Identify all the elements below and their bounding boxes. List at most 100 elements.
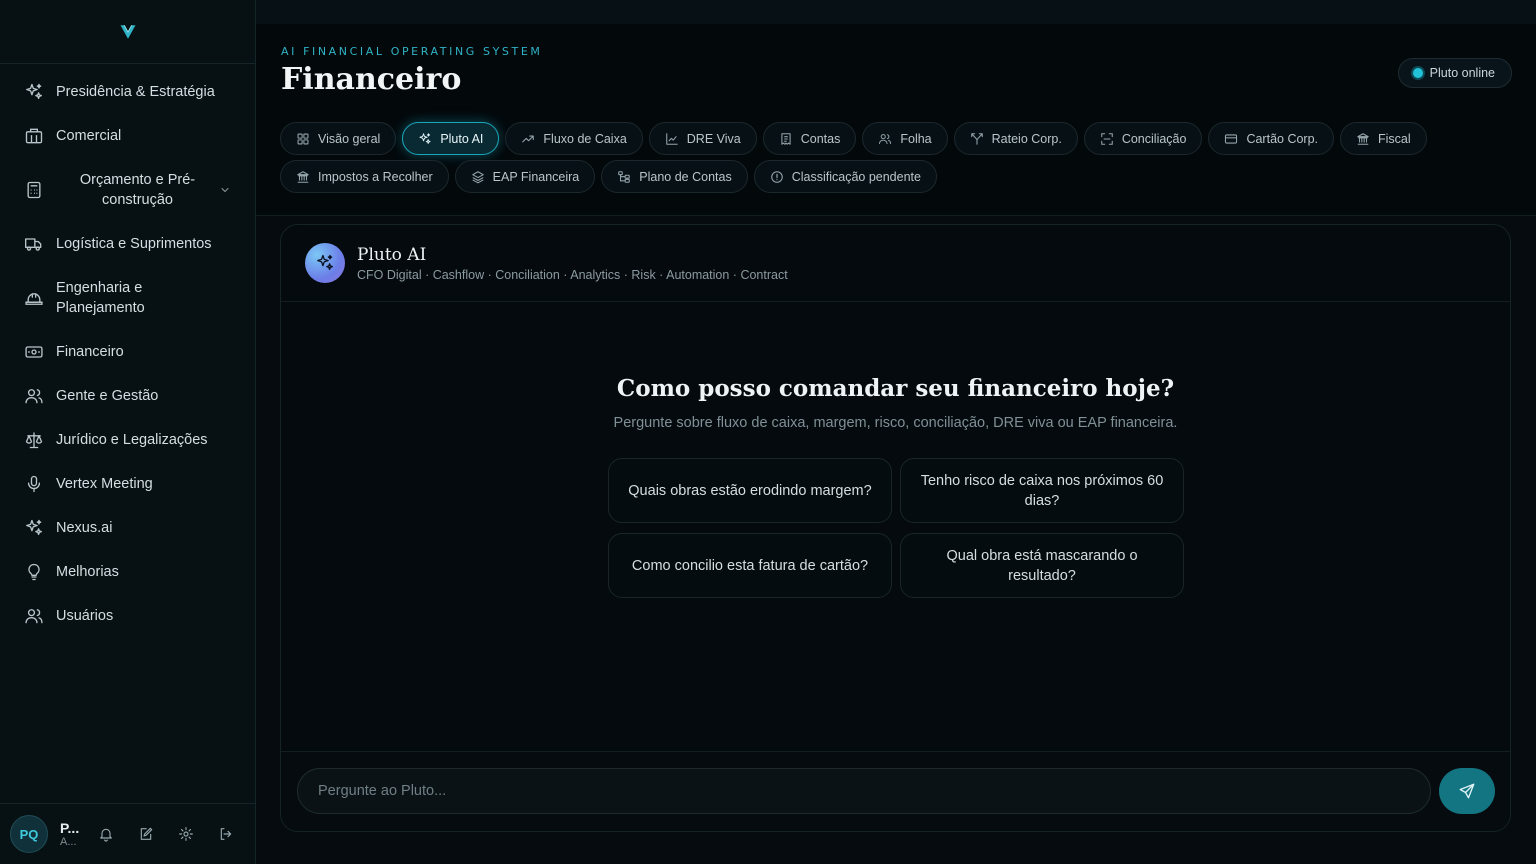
layers-icon	[471, 170, 485, 184]
tab-label: Plano de Contas	[639, 169, 732, 184]
sidebar-item-gente[interactable]: Gente e Gestão	[0, 374, 255, 418]
gear-icon[interactable]	[178, 826, 194, 842]
welcome-title: Como posso comandar seu financeiro hoje?	[616, 375, 1175, 402]
sidebar-item-label: Engenharia e Planejamento	[56, 280, 145, 316]
status-badge: Pluto online	[1397, 58, 1512, 88]
tab-label: Folha	[900, 131, 932, 146]
chat-panel: Pluto AI CFO Digital · Cashflow · Concil…	[280, 224, 1511, 832]
chat-composer	[281, 751, 1510, 831]
sidebar-item-label: Usuários	[56, 608, 114, 624]
tab-label: Impostos a Recolher	[318, 169, 433, 184]
calculator-icon	[24, 180, 44, 200]
send-button[interactable]	[1439, 768, 1495, 814]
suggestion-button[interactable]: Qual obra está mascarando o resultado?	[900, 533, 1184, 598]
suggestion-button[interactable]: Quais obras estão erodindo margem?	[608, 458, 892, 523]
bell-icon[interactable]	[98, 826, 114, 842]
bot-subtitle: CFO Digital · Cashflow · Conciliation · …	[357, 267, 788, 282]
user-role: A...	[60, 836, 77, 848]
sidebar-item-label: Financeiro	[56, 344, 124, 360]
tab-eap-financeira[interactable]: EAP Financeira	[454, 160, 596, 193]
sidebar-item-nexus[interactable]: Nexus.ai	[0, 506, 255, 550]
line-chart-icon	[665, 132, 679, 146]
tab-folha[interactable]: Folha	[862, 122, 948, 155]
online-dot-icon	[1412, 68, 1423, 78]
sidebar-item-label: Vertex Meeting	[56, 476, 153, 492]
sparkles-icon	[418, 132, 432, 146]
sparkles-icon	[24, 518, 44, 538]
tab-contas[interactable]: Contas	[762, 122, 857, 155]
sidebar-footer: PQ P... A...	[0, 803, 255, 864]
suggestion-button[interactable]: Tenho risco de caixa nos próximos 60 dia…	[900, 458, 1184, 523]
tab-rateio-corp[interactable]: Rateio Corp.	[953, 122, 1078, 155]
tab-label: Fluxo de Caixa	[543, 131, 627, 146]
vertex-logo-icon[interactable]	[119, 23, 137, 41]
edit-icon[interactable]	[138, 826, 154, 842]
sidebar-item-vertex-meeting[interactable]: Vertex Meeting	[0, 462, 255, 506]
sidebar-item-orcamento[interactable]: Orçamento e Pré-construção	[0, 158, 255, 222]
grid-icon	[296, 132, 310, 146]
tab-impostos-a-recolher[interactable]: Impostos a Recolher	[280, 160, 449, 193]
sidebar-item-presidencia[interactable]: Presidência & Estratégia	[0, 70, 255, 114]
tab-classificacao-pendente[interactable]: Classificação pendente	[753, 160, 937, 193]
chevron-down-icon[interactable]	[219, 184, 231, 196]
sidebar-item-financeiro[interactable]: Financeiro	[0, 330, 255, 374]
sidebar-item-label: Presidência & Estratégia	[56, 84, 215, 100]
sidebar-item-label: Comercial	[56, 128, 122, 144]
hard-hat-icon	[24, 288, 44, 308]
tab-fluxo-de-caixa[interactable]: Fluxo de Caixa	[505, 122, 643, 155]
microphone-icon	[24, 474, 44, 494]
trending-up-icon	[521, 132, 535, 146]
logout-icon[interactable]	[218, 826, 234, 842]
sidebar-item-comercial[interactable]: Comercial	[0, 114, 255, 158]
tab-label: Conciliação	[1121, 131, 1187, 146]
tab-label: Contas	[800, 131, 841, 146]
chat-input[interactable]	[297, 768, 1431, 814]
suggestion-button[interactable]: Como concilio esta fatura de cartão?	[608, 533, 892, 598]
tab-label: Rateio Corp.	[991, 131, 1062, 146]
sparkles-icon	[315, 253, 335, 273]
tab-label: Fiscal	[1378, 131, 1411, 146]
avatar[interactable]: PQ	[10, 815, 48, 853]
building-icon	[24, 126, 44, 146]
tab-row-1: Visão geral Pluto AI Fluxo de Caixa DRE …	[280, 122, 1480, 155]
tab-plano-de-contas[interactable]: Plano de Contas	[601, 160, 748, 193]
sidebar-item-label: Melhorias	[56, 564, 119, 580]
tab-label: DRE Viva	[686, 131, 741, 146]
receipt-icon	[779, 132, 793, 146]
split-icon	[970, 132, 984, 146]
tab-dre-viva[interactable]: DRE Viva	[648, 122, 757, 155]
sidebar-item-engenharia[interactable]: Engenharia e Planejamento	[0, 266, 255, 330]
sidebar-item-label: Nexus.ai	[56, 520, 113, 536]
logo-area	[0, 0, 255, 64]
page-title: Financeiro	[281, 62, 462, 97]
lightbulb-icon	[24, 562, 44, 582]
tab-visao-geral[interactable]: Visão geral	[280, 122, 397, 155]
tab-label: Cartão Corp.	[1246, 131, 1319, 146]
banknote-icon	[24, 342, 44, 362]
users-icon	[878, 132, 892, 146]
sidebar-item-label: Orçamento e Pré-construção	[79, 172, 196, 208]
suggestion-grid: Quais obras estão erodindo margem? Tenho…	[608, 458, 1186, 598]
sidebar-item-juridico[interactable]: Jurídico e Legalizações	[0, 418, 255, 462]
footer-actions	[98, 826, 234, 842]
tab-label: Pluto AI	[440, 131, 484, 146]
tab-conciliacao[interactable]: Conciliação	[1083, 122, 1203, 155]
sidebar-item-logistica[interactable]: Logística e Suprimentos	[0, 222, 255, 266]
tab-label: Classificação pendente	[791, 169, 921, 184]
page-header: AI FINANCIAL OPERATING SYSTEM Financeiro…	[256, 24, 1536, 216]
users-icon	[24, 606, 44, 626]
send-icon	[1458, 782, 1476, 800]
sidebar-item-label: Jurídico e Legalizações	[56, 432, 208, 448]
sidebar-item-usuarios[interactable]: Usuários	[0, 594, 255, 638]
tab-pluto-ai[interactable]: Pluto AI	[402, 122, 500, 155]
sidebar-item-melhorias[interactable]: Melhorias	[0, 550, 255, 594]
tab-label: EAP Financeira	[492, 169, 580, 184]
scale-icon	[24, 430, 44, 450]
user-meta: P... A...	[60, 820, 86, 848]
sidebar-item-label: Logística e Suprimentos	[56, 236, 212, 252]
tab-cartao-corp[interactable]: Cartão Corp.	[1208, 122, 1335, 155]
tab-fiscal[interactable]: Fiscal	[1340, 122, 1427, 155]
sidebar: Presidência & Estratégia Comercial Orçam…	[0, 0, 256, 864]
sidebar-item-label: Gente e Gestão	[56, 388, 159, 404]
tab-label: Visão geral	[318, 131, 381, 146]
